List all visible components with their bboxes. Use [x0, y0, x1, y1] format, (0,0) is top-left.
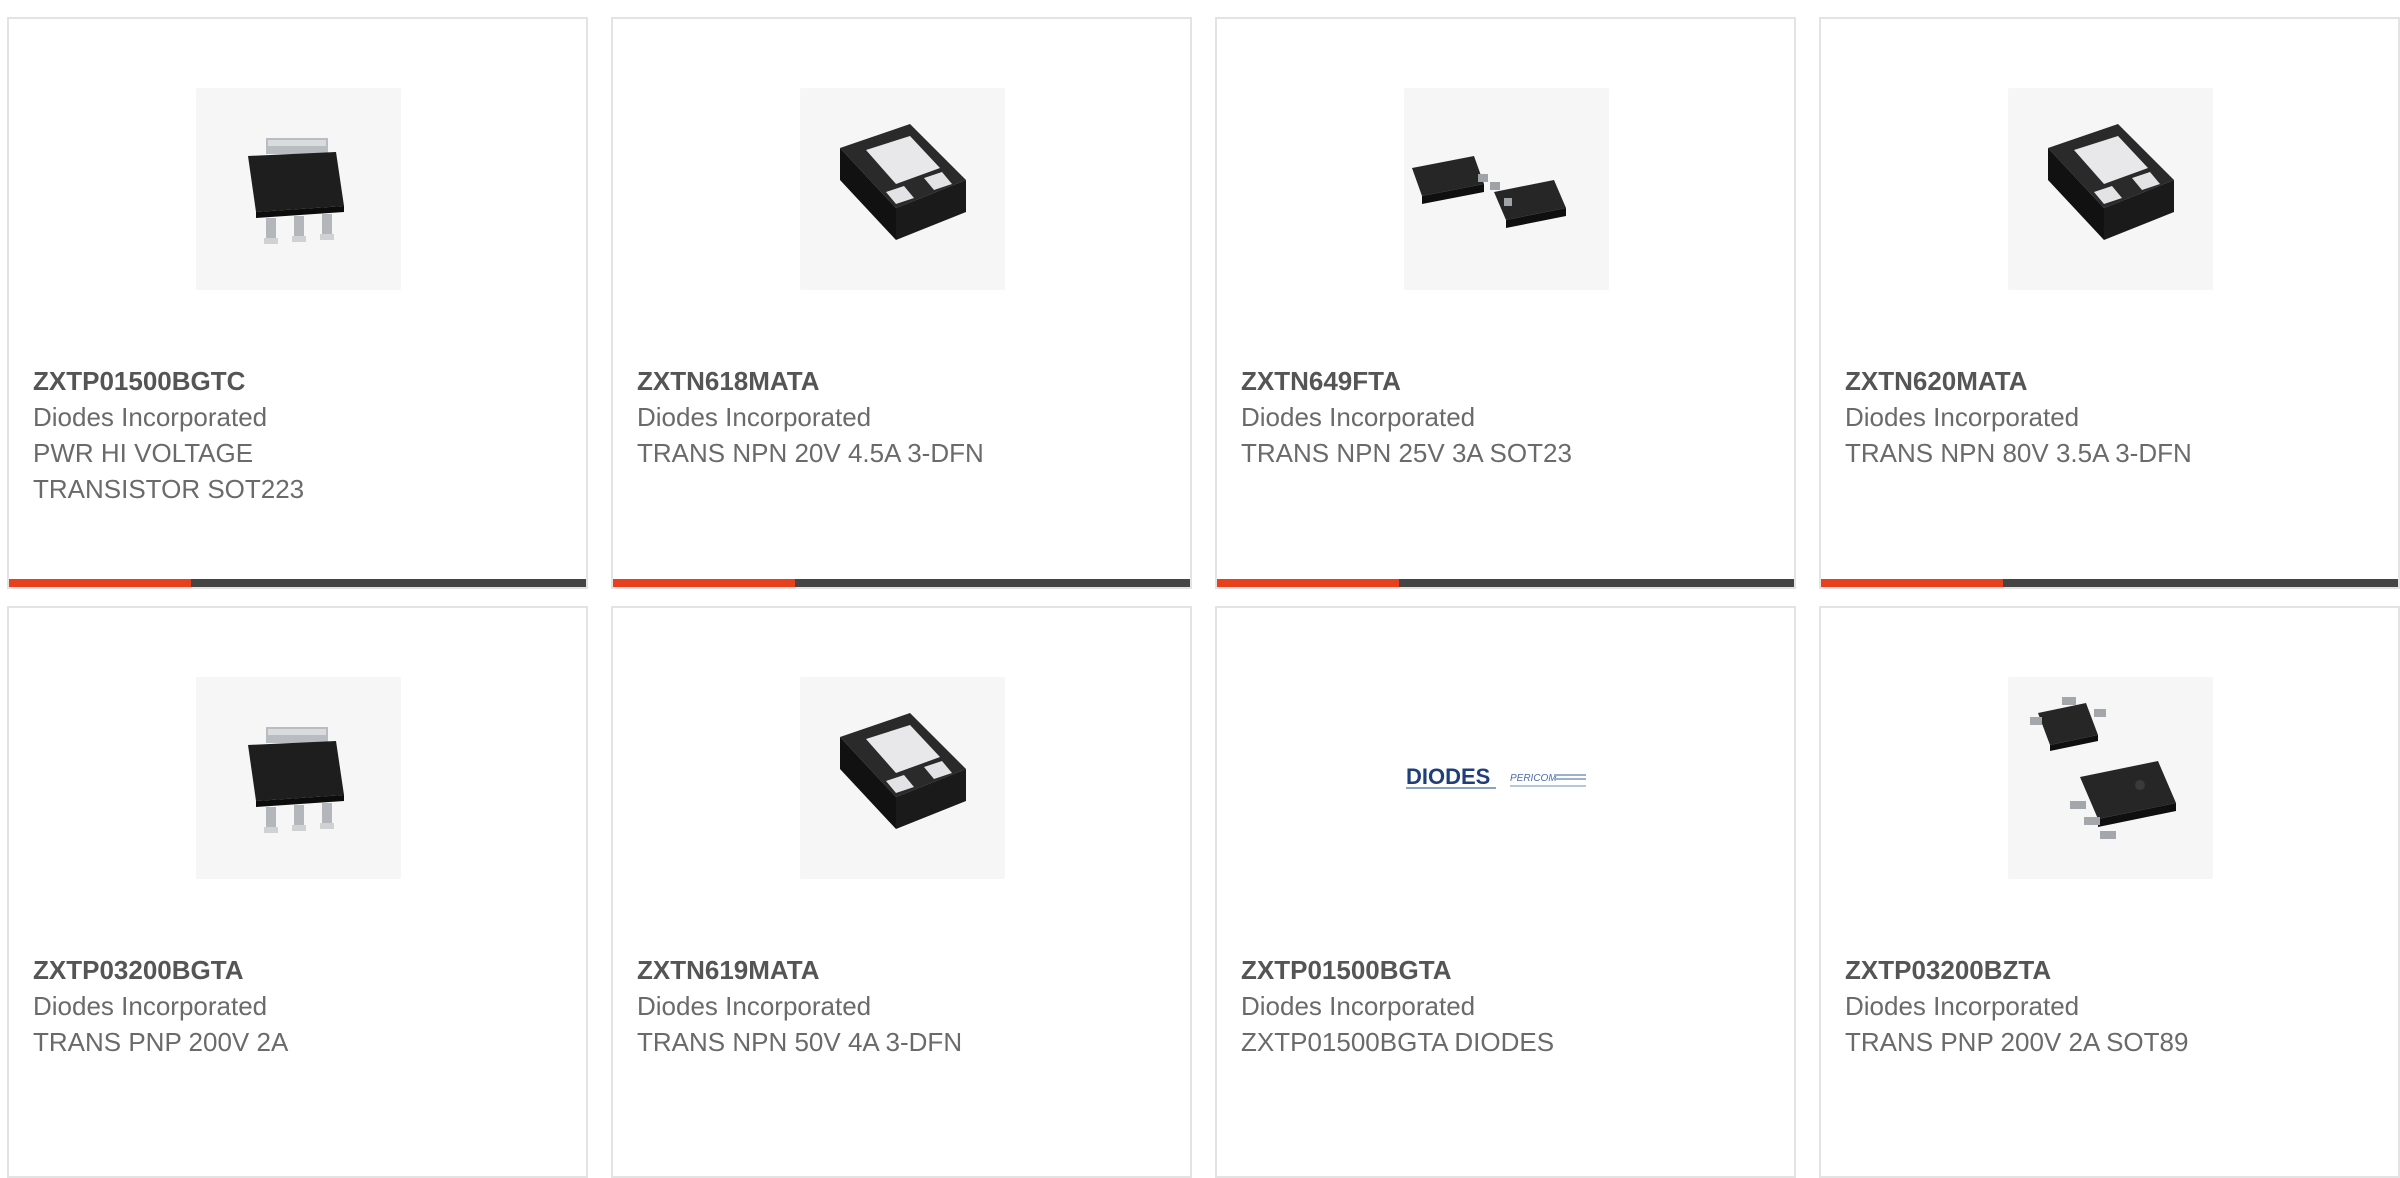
description: ZXTP01500BGTA DIODES [1241, 1027, 1555, 1057]
part-number[interactable]: ZXTN619MATA [637, 952, 1157, 988]
part-number[interactable]: ZXTN620MATA [1845, 363, 2365, 399]
product-image[interactable] [196, 677, 401, 879]
part-number[interactable]: ZXTP03200BZTA [1845, 952, 2365, 988]
part-number[interactable]: ZXTN649FTA [1241, 363, 1761, 399]
sot223-package-icon [248, 138, 344, 244]
card-accent-bar [1821, 579, 2003, 587]
manufacturer: Diodes Incorporated [637, 991, 872, 1021]
product-image[interactable] [1404, 88, 1609, 290]
product-card[interactable]: ZXTN618MATA Diodes Incorporated TRANS NP… [611, 17, 1192, 589]
product-card[interactable]: ZXTN619MATA Diodes Incorporated TRANS NP… [611, 606, 1192, 1178]
dfn-package-icon [840, 124, 966, 240]
product-image[interactable] [800, 677, 1005, 879]
description: TRANS PNP 200V 2A SOT89 [1845, 1027, 2189, 1057]
card-accent-bar [1217, 579, 1399, 587]
manufacturer: Diodes Incorporated [1845, 402, 2080, 432]
sot223-package-icon [248, 727, 344, 833]
card-bottom-bar [1217, 579, 1794, 587]
product-card[interactable]: ZXTN620MATA Diodes Incorporated TRANS NP… [1819, 17, 2400, 589]
product-image[interactable]: DIODES PERICOM [1404, 677, 1609, 879]
diodes-pericom-logo: DIODES PERICOM [1406, 764, 1586, 789]
diodes-logo-text: DIODES [1406, 764, 1490, 789]
product-card[interactable]: ZXTN649FTA Diodes Incorporated TRANS NPN… [1215, 17, 1796, 589]
card-bottom-bar [613, 579, 1190, 587]
part-number[interactable]: ZXTN618MATA [637, 363, 1157, 399]
product-image[interactable] [800, 88, 1005, 290]
manufacturer: Diodes Incorporated [1241, 991, 1476, 1021]
description: TRANS NPN 25V 3A SOT23 [1241, 438, 1572, 468]
manufacturer: Diodes Incorporated [33, 402, 268, 432]
card-bottom-bar [9, 579, 586, 587]
card-accent-bar [9, 579, 191, 587]
product-image[interactable] [2008, 677, 2213, 879]
part-number[interactable]: ZXTP01500BGTA [1241, 952, 1761, 988]
description: TRANS PNP 200V 2A [33, 1027, 289, 1057]
manufacturer: Diodes Incorporated [33, 991, 268, 1021]
pericom-logo-text: PERICOM [1510, 773, 1557, 784]
product-grid: ZXTP01500BGTC Diodes Incorporated PWR HI… [7, 17, 2400, 1178]
description: TRANS NPN 80V 3.5A 3-DFN [1845, 438, 2192, 468]
description: PWR HI VOLTAGE TRANSISTOR SOT223 [33, 438, 305, 504]
product-card[interactable]: ZXTP03200BGTA Diodes Incorporated TRANS … [7, 606, 588, 1178]
manufacturer: Diodes Incorporated [1845, 991, 2080, 1021]
sot23-package-icon [1412, 156, 1566, 228]
product-image[interactable] [2008, 88, 2213, 290]
card-accent-bar [613, 579, 795, 587]
product-card[interactable]: DIODES PERICOM ZXTP01500BGTA Diodes Inco… [1215, 606, 1796, 1178]
description: TRANS NPN 20V 4.5A 3-DFN [637, 438, 984, 468]
part-number[interactable]: ZXTP03200BGTA [33, 952, 553, 988]
part-number[interactable]: ZXTP01500BGTC [33, 363, 553, 399]
card-bottom-bar [1821, 579, 2398, 587]
sot89-package-icon [2030, 697, 2176, 839]
dfn-package-icon [840, 713, 966, 829]
manufacturer: Diodes Incorporated [637, 402, 872, 432]
product-card[interactable]: ZXTP03200BZTA Diodes Incorporated TRANS … [1819, 606, 2400, 1178]
manufacturer: Diodes Incorporated [1241, 402, 1476, 432]
dfn-package-icon [2048, 124, 2174, 240]
product-image[interactable] [196, 88, 401, 290]
description: TRANS NPN 50V 4A 3-DFN [637, 1027, 963, 1057]
product-card[interactable]: ZXTP01500BGTC Diodes Incorporated PWR HI… [7, 17, 588, 589]
